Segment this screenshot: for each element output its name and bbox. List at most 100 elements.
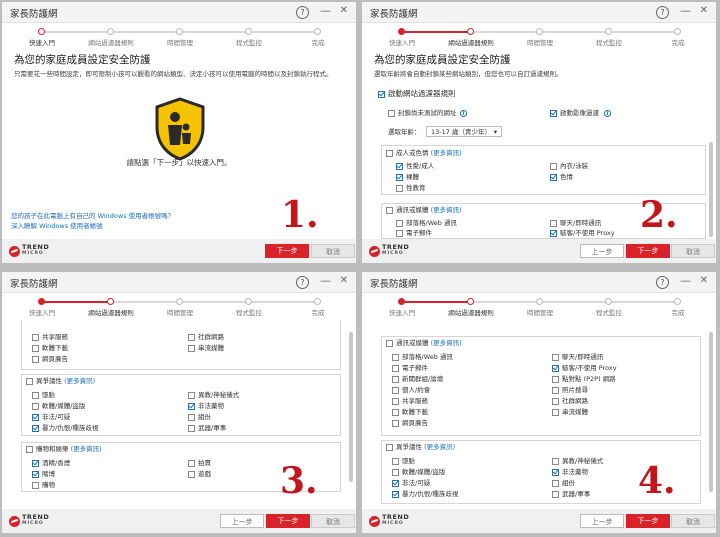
comm-item-checkbox[interactable] — [392, 420, 399, 427]
comm-item-checkbox[interactable] — [550, 230, 557, 237]
category-comm-checkbox[interactable] — [386, 340, 393, 347]
age-select[interactable]: 13-17 歲（青少年） ▾ — [426, 126, 502, 137]
item-checkbox[interactable] — [188, 334, 195, 341]
adult-item-checkbox[interactable] — [396, 163, 403, 170]
adult-item-checkbox[interactable] — [396, 174, 403, 181]
comm-item-checkbox[interactable] — [550, 220, 557, 227]
social-item-checkbox[interactable] — [188, 403, 195, 410]
step-dot-5 — [314, 298, 321, 305]
logo-subtext: MICRO — [22, 251, 44, 256]
item-checkbox[interactable] — [32, 345, 39, 352]
comm-item-checkbox[interactable] — [392, 387, 399, 394]
comm-item-checkbox[interactable] — [396, 230, 403, 237]
more-info-link[interactable]: (更多資訊) — [431, 206, 462, 214]
info-icon[interactable]: i — [604, 110, 611, 117]
comm-item-checkbox[interactable] — [392, 354, 399, 361]
shop-item-checkbox[interactable] — [32, 482, 39, 489]
social-item-checkbox[interactable] — [32, 403, 39, 410]
cancel-button[interactable]: 取消 — [311, 514, 355, 528]
shop-item-checkbox[interactable] — [32, 471, 39, 478]
item-checkbox[interactable] — [32, 356, 39, 363]
category-social-checkbox[interactable] — [26, 378, 33, 385]
comm-item-checkbox[interactable] — [552, 365, 559, 372]
more-info-link[interactable]: (更多資訊) — [431, 339, 462, 347]
block-unrated-checkbox[interactable] — [388, 110, 395, 117]
cancel-button[interactable]: 取消 — [671, 514, 715, 528]
social-item-checkbox[interactable] — [188, 414, 195, 421]
comm-item-checkbox[interactable] — [552, 387, 559, 394]
comm-item-checkbox[interactable] — [552, 354, 559, 361]
more-info-link[interactable]: (更多資訊) — [71, 445, 102, 453]
adult-item-checkbox[interactable] — [550, 163, 557, 170]
social-item-checkbox[interactable] — [552, 458, 559, 465]
help-icon[interactable]: ? — [296, 6, 309, 19]
close-icon[interactable]: ✕ — [700, 5, 708, 16]
shop-item-checkbox[interactable] — [188, 460, 195, 467]
minimize-icon[interactable]: — — [320, 274, 331, 287]
social-item-checkbox[interactable] — [188, 392, 195, 399]
scrollbar[interactable] — [709, 142, 713, 237]
scrollbar[interactable] — [349, 332, 353, 482]
adult-item-checkbox[interactable] — [396, 185, 403, 192]
social-item-checkbox[interactable] — [392, 469, 399, 476]
cancel-button[interactable]: 取消 — [671, 244, 715, 258]
prev-button[interactable]: 上一步 — [580, 244, 624, 258]
enable-filter-checkbox[interactable] — [378, 91, 385, 98]
comm-item-checkbox[interactable] — [392, 376, 399, 383]
help-icon[interactable]: ? — [296, 276, 309, 289]
category-social-checkbox[interactable] — [386, 444, 393, 451]
comm-item-checkbox[interactable] — [552, 398, 559, 405]
category-adult-checkbox[interactable] — [386, 150, 393, 157]
category-shopping-checkbox[interactable] — [26, 446, 33, 453]
adult-item-checkbox[interactable] — [550, 174, 557, 181]
info-icon[interactable]: i — [460, 110, 467, 117]
shop-item-checkbox[interactable] — [32, 460, 39, 467]
social-item-checkbox[interactable] — [552, 480, 559, 487]
social-item-checkbox[interactable] — [552, 491, 559, 498]
minimize-icon[interactable]: — — [320, 4, 331, 17]
prev-button[interactable]: 上一步 — [220, 514, 264, 528]
next-button[interactable]: 下一步 — [626, 244, 670, 258]
item-checkbox[interactable] — [188, 345, 195, 352]
help-icon[interactable]: ? — [656, 6, 669, 19]
comm-item-checkbox[interactable] — [396, 220, 403, 227]
comm-item-checkbox[interactable] — [392, 365, 399, 372]
social-item-checkbox[interactable] — [32, 425, 39, 432]
adult-item-label: 內衣/泳裝 — [560, 162, 589, 170]
social-item-checkbox[interactable] — [392, 458, 399, 465]
social-item-checkbox[interactable] — [188, 425, 195, 432]
close-icon[interactable]: ✕ — [700, 275, 708, 286]
minimize-icon[interactable]: — — [680, 4, 691, 17]
comm-item-checkbox[interactable] — [552, 376, 559, 383]
more-info-link[interactable]: (更多資訊) — [424, 443, 455, 451]
category-comm-checkbox[interactable] — [386, 207, 393, 214]
step-dot-5 — [674, 298, 681, 305]
help-icon[interactable]: ? — [656, 276, 669, 289]
next-button[interactable]: 下一步 — [266, 514, 310, 528]
learn-more-link[interactable]: 深入瞭解 Windows 使用者帳號 — [11, 220, 103, 230]
comm-item-checkbox[interactable] — [392, 409, 399, 416]
more-info-link[interactable]: (更多資訊) — [64, 377, 95, 385]
next-button[interactable]: 下一步 — [626, 514, 670, 528]
cancel-button[interactable]: 取消 — [311, 244, 355, 258]
windows-account-link[interactable]: 您的孩子在此電腦上有自己的 Windows 使用者帳號嗎？ — [11, 210, 174, 220]
item-checkbox[interactable] — [32, 334, 39, 341]
social-item-checkbox[interactable] — [32, 414, 39, 421]
next-button[interactable]: 下一步 — [265, 244, 309, 258]
prev-button[interactable]: 上一步 — [580, 514, 624, 528]
close-icon[interactable]: ✕ — [340, 5, 348, 16]
social-item-label: 暴力/仇恨/種族歧視 — [42, 424, 99, 432]
close-icon[interactable]: ✕ — [340, 275, 348, 286]
social-item-checkbox[interactable] — [392, 480, 399, 487]
social-item-checkbox[interactable] — [552, 469, 559, 476]
social-item-checkbox[interactable] — [32, 392, 39, 399]
comm-item-checkbox[interactable] — [392, 398, 399, 405]
minimize-icon[interactable]: — — [680, 274, 691, 287]
shop-item-checkbox[interactable] — [188, 471, 195, 478]
comm-item-checkbox[interactable] — [552, 409, 559, 416]
scrollbar[interactable] — [709, 332, 713, 492]
enable-video-checkbox[interactable] — [550, 110, 557, 117]
item-label: 串流媒體 — [198, 344, 224, 352]
social-item-checkbox[interactable] — [392, 491, 399, 498]
more-info-link[interactable]: (更多資訊) — [431, 149, 462, 157]
